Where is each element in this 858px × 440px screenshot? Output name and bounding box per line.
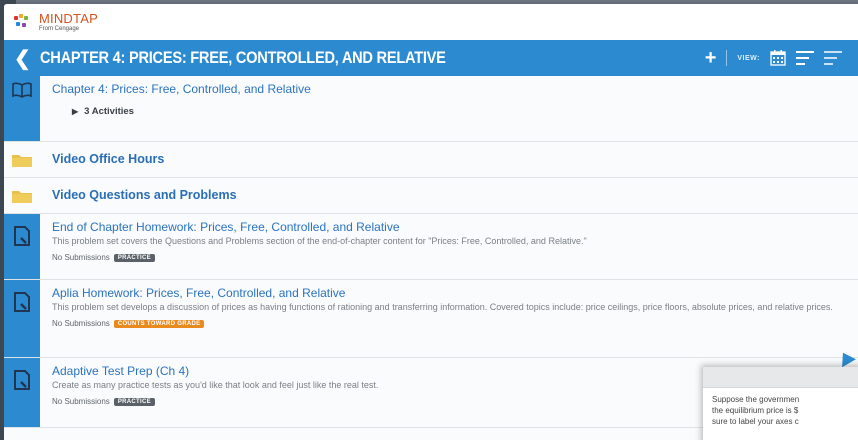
- brand-name: MINDTAP: [39, 11, 98, 26]
- add-icon[interactable]: +: [705, 47, 717, 70]
- chapter-header: ❮ CHAPTER 4: PRICES: FREE, CONTROLLED, A…: [4, 40, 858, 76]
- chapter-toolbar: + VIEW:: [705, 47, 858, 70]
- submission-status: No Submissions: [52, 397, 110, 406]
- row-icon-strip: [4, 178, 40, 213]
- popup-text: Suppose the governmen the equilibrium pr…: [703, 388, 858, 427]
- row-icon-strip: [4, 214, 40, 279]
- list-item[interactable]: Chapter 4: Prices: Free, Controlled, and…: [4, 76, 858, 142]
- practice-badge: PRACTICE: [113, 253, 155, 262]
- row-icon-strip: [4, 358, 40, 427]
- submission-status: No Submissions: [52, 319, 110, 328]
- popup-header: [703, 367, 858, 388]
- practice-badge: PRACTICE: [113, 397, 155, 406]
- activities-toggle[interactable]: ▶ 3 Activities: [72, 106, 848, 117]
- list-item[interactable]: Aplia Homework: Prices, Free, Controlled…: [4, 280, 858, 358]
- item-title[interactable]: Video Office Hours: [52, 152, 848, 166]
- folder-icon: [12, 155, 32, 167]
- row-icon-strip: [4, 76, 40, 141]
- item-title[interactable]: Aplia Homework: Prices, Free, Controlled…: [52, 286, 848, 300]
- mindtap-logo-icon: [14, 14, 36, 30]
- compact-view-icon[interactable]: [824, 51, 842, 65]
- row-icon-strip: [4, 280, 40, 357]
- activities-count: 3 Activities: [84, 106, 134, 117]
- item-title[interactable]: Chapter 4: Prices: Free, Controlled, and…: [52, 82, 848, 96]
- popup-line: the equilibrium price is $: [712, 406, 799, 415]
- popup-line: sure to label your axes c: [712, 417, 799, 426]
- mindtap-logo[interactable]: MINDTAP From Cengage: [14, 12, 98, 32]
- folder-icon: [12, 191, 32, 203]
- problem-popup[interactable]: Suppose the governmen the equilibrium pr…: [703, 367, 858, 440]
- calendar-view-icon[interactable]: [770, 50, 786, 66]
- item-title[interactable]: Video Questions and Problems: [52, 188, 848, 202]
- back-chevron-icon[interactable]: ❮: [14, 46, 36, 71]
- assignment-icon: [14, 370, 30, 390]
- brand-subtitle: From Cengage: [39, 26, 80, 32]
- popup-line: Suppose the governmen: [712, 395, 800, 404]
- chapter-title: CHAPTER 4: PRICES: FREE, CONTROLLED, AND…: [40, 48, 446, 67]
- counts-toward-grade-badge: COUNTS TOWARD GRADE: [113, 319, 205, 328]
- list-item[interactable]: Video Questions and Problems: [4, 178, 858, 214]
- list-view-icon[interactable]: [796, 51, 814, 65]
- view-label: VIEW:: [737, 54, 760, 62]
- list-item[interactable]: End of Chapter Homework: Prices, Free, C…: [4, 214, 858, 280]
- row-icon-strip: [4, 142, 40, 177]
- caret-right-icon: ▶: [72, 107, 79, 116]
- list-item[interactable]: Video Office Hours: [4, 142, 858, 178]
- book-icon: [12, 82, 32, 98]
- brand-bar: MINDTAP From Cengage: [4, 4, 858, 40]
- submission-status: No Submissions: [52, 253, 110, 262]
- assignment-icon: [14, 226, 30, 246]
- item-title[interactable]: End of Chapter Homework: Prices, Free, C…: [52, 220, 848, 234]
- assignment-icon: [14, 292, 30, 312]
- item-description: This problem set develops a discussion o…: [52, 302, 833, 312]
- item-description: This problem set covers the Questions an…: [52, 236, 587, 246]
- toolbar-divider: [726, 50, 728, 66]
